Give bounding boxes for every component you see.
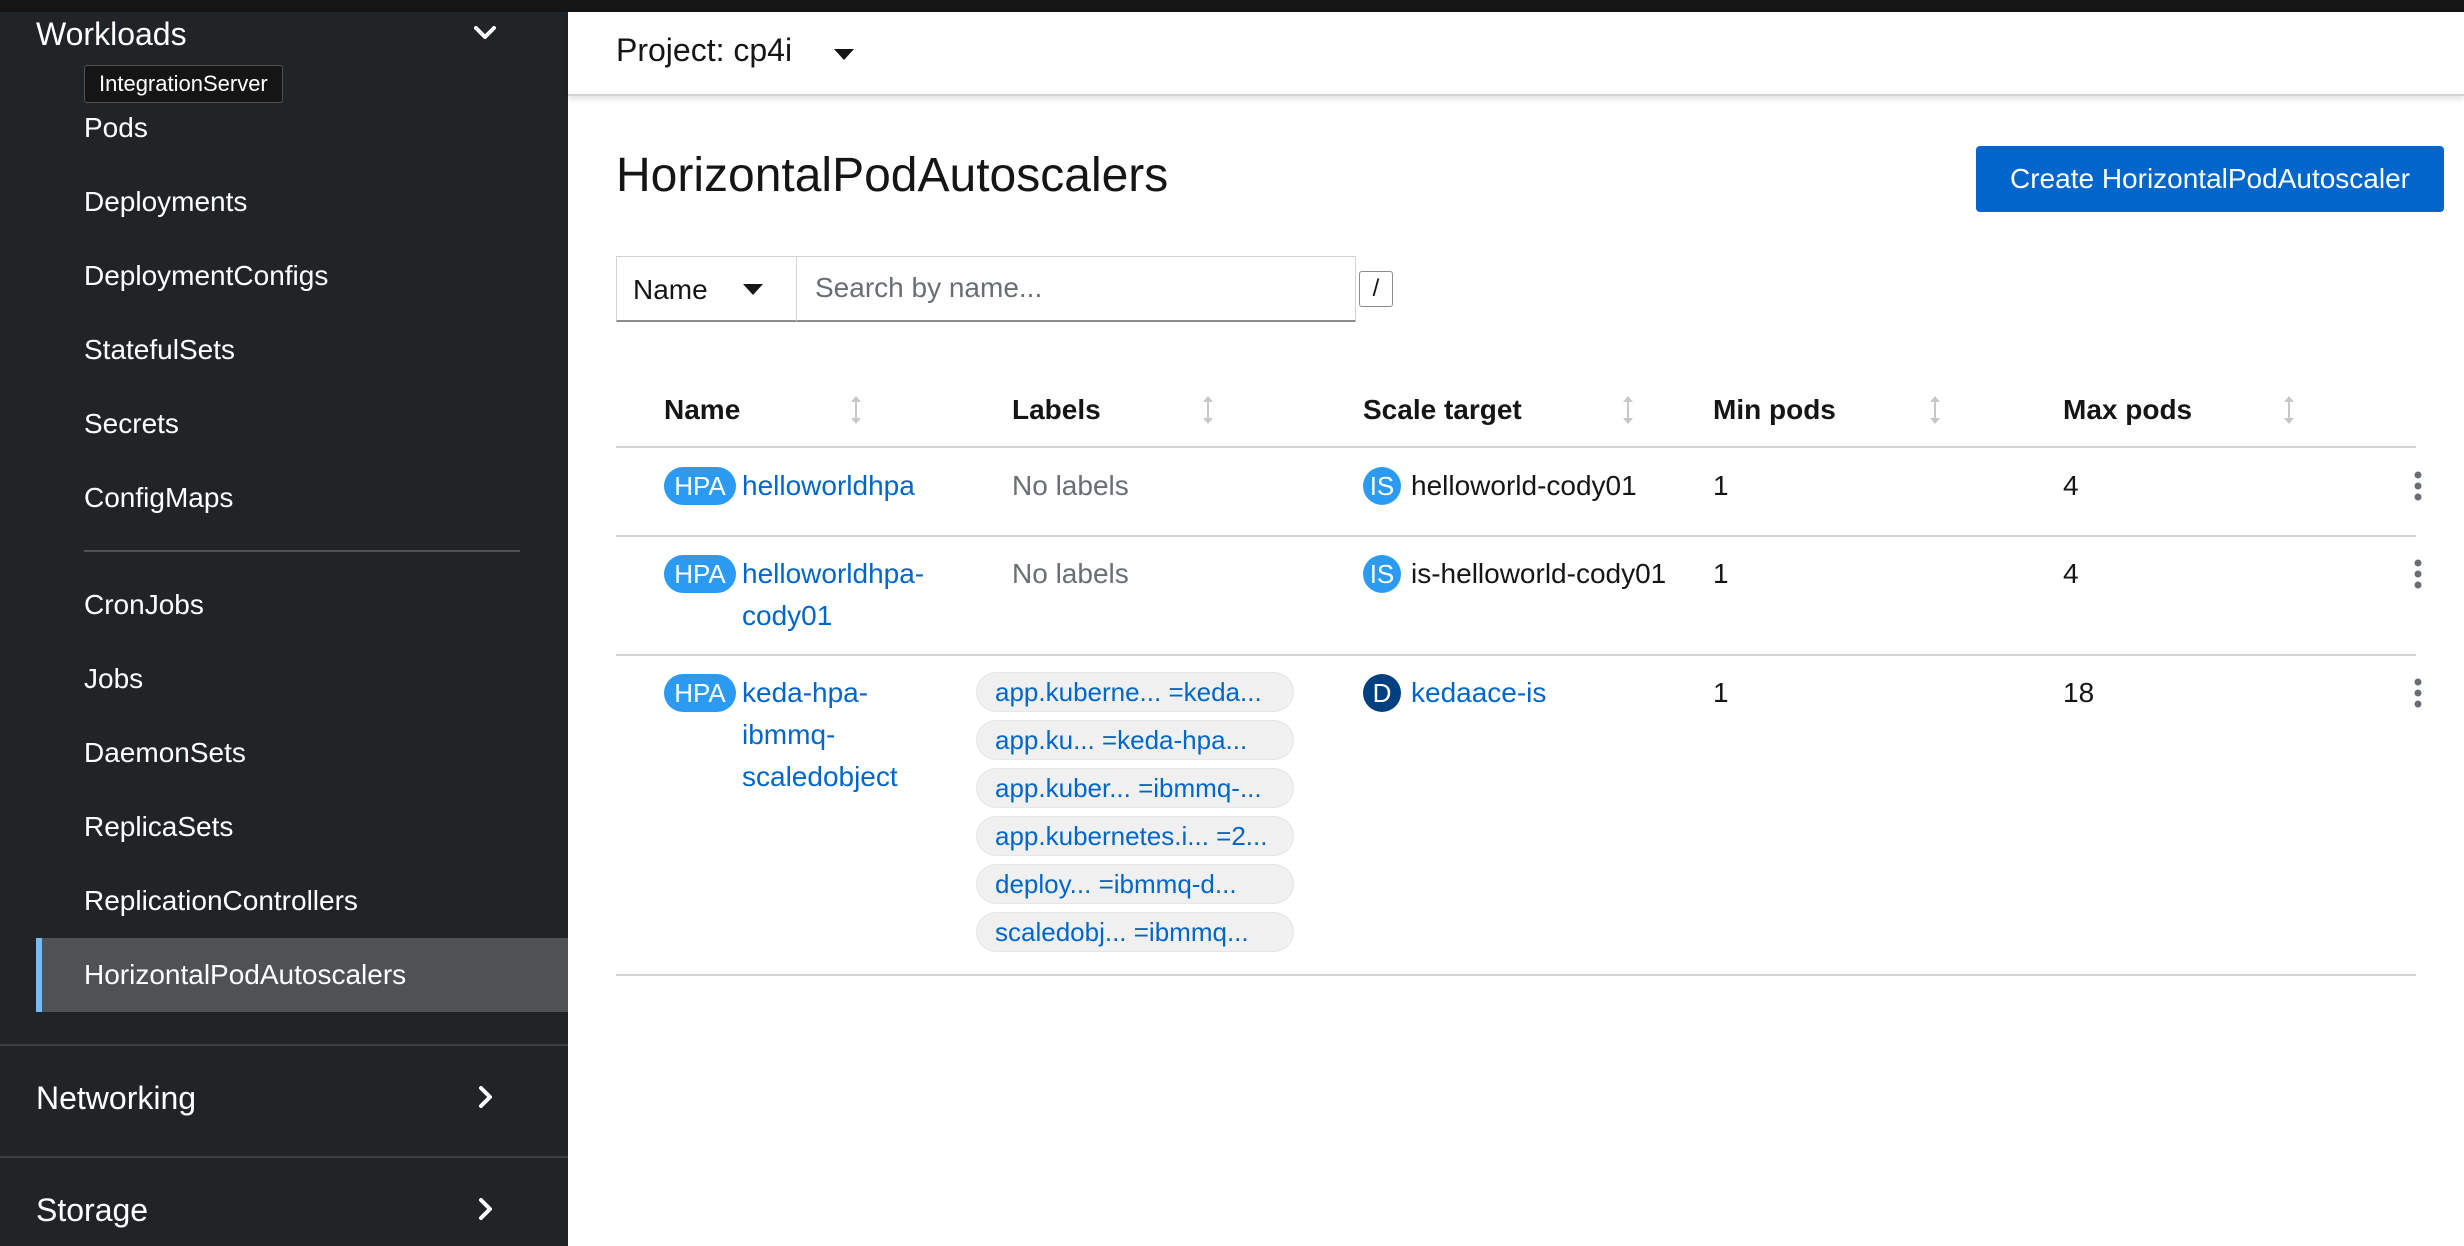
sort-icon[interactable] — [1346, 394, 1362, 426]
column-header-name[interactable]: Name — [664, 394, 740, 426]
hpa-name-link[interactable]: helloworldhpa — [742, 465, 915, 507]
project-dropdown[interactable]: Project: cp4i — [616, 32, 792, 69]
sidebar-item-deploymentconfigs[interactable]: DeploymentConfigs — [84, 256, 328, 296]
row-divider — [616, 446, 2416, 448]
nav-divider — [84, 550, 520, 552]
scale-target-link[interactable]: kedaace-is — [1411, 672, 1546, 714]
section-divider — [0, 1156, 568, 1158]
chevron-right-icon[interactable] — [470, 1082, 500, 1112]
hpa-badge: HPA — [664, 674, 736, 712]
sidebar-item-deployments[interactable]: Deployments — [84, 182, 247, 222]
label-chip[interactable]: app.kuber... =ibmmq-... — [976, 768, 1294, 808]
row-divider — [616, 974, 2416, 976]
column-header-labels[interactable]: Labels — [1012, 394, 1101, 426]
sort-icon[interactable] — [1200, 394, 1216, 426]
chevron-right-icon[interactable] — [470, 1194, 500, 1224]
hpa-name-link-cont[interactable]: cody01 — [742, 595, 832, 637]
keyboard-shortcut-hint: / — [1359, 271, 1393, 307]
create-hpa-button[interactable]: Create HorizontalPodAutoscaler — [1976, 146, 2444, 212]
sidebar-item-jobs[interactable]: Jobs — [84, 659, 143, 699]
label-chip[interactable]: deploy... =ibmmq-d... — [976, 864, 1294, 904]
scale-target: helloworld-cody01 — [1411, 470, 1637, 501]
section-divider — [0, 1044, 568, 1046]
min-pods: 1 — [1713, 470, 1729, 501]
max-pods: 4 — [2063, 470, 2079, 501]
scale-target: is-helloworld-cody01 — [1411, 558, 1667, 589]
kebab-icon[interactable] — [2412, 471, 2424, 501]
hpa-name-link-cont[interactable]: scaledobject — [742, 756, 898, 798]
nav-section-storage[interactable]: Storage — [36, 1192, 148, 1229]
page-title: HorizontalPodAutoscalers — [616, 149, 1169, 202]
sidebar-item-replicasets[interactable]: ReplicaSets — [84, 807, 233, 847]
sidebar-item-pods[interactable]: Pods — [84, 108, 148, 148]
sidebar: Workloads Pods IntegrationServer Deploym… — [0, 12, 568, 1246]
masthead-strip — [0, 0, 2464, 12]
sidebar-item-horizontalpodautoscalers[interactable]: HorizontalPodAutoscalers — [84, 955, 406, 995]
integrationserver-badge: IS — [1363, 555, 1401, 593]
sort-icon[interactable] — [2281, 394, 2297, 426]
hpa-name-link[interactable]: helloworldhpa- — [742, 553, 924, 595]
kebab-icon[interactable] — [2412, 559, 2424, 589]
hpa-name-link-cont[interactable]: ibmmq- — [742, 714, 835, 756]
hpa-name-link[interactable]: keda-hpa- — [742, 672, 868, 714]
caret-down-icon — [743, 284, 763, 295]
search-input[interactable] — [799, 257, 1349, 319]
row-divider — [616, 654, 2416, 656]
hpa-badge: HPA — [664, 555, 736, 593]
deployment-badge: D — [1363, 674, 1401, 712]
label-chip[interactable]: app.kubernetes.i... =2... — [976, 816, 1294, 856]
main-content: Project: cp4i HorizontalPodAutoscalers C… — [568, 12, 2464, 1246]
column-header-min-pods[interactable]: Min pods — [1713, 394, 1836, 426]
filter-toolbar: Name / — [616, 256, 1393, 322]
max-pods: 18 — [2063, 677, 2095, 708]
sidebar-item-cronjobs[interactable]: CronJobs — [84, 585, 204, 625]
integrationserver-badge: IS — [1363, 467, 1401, 505]
hpa-badge: HPA — [664, 467, 736, 505]
nav-section-networking[interactable]: Networking — [36, 1080, 196, 1117]
chevron-down-icon[interactable] — [470, 18, 500, 48]
labels-text: No labels — [1012, 558, 1129, 589]
sort-icon[interactable] — [848, 394, 864, 426]
min-pods: 1 — [1713, 677, 1729, 708]
caret-down-icon[interactable] — [834, 49, 854, 60]
filter-type-select[interactable]: Name — [617, 257, 797, 321]
sort-icon[interactable] — [1620, 394, 1636, 426]
sidebar-item-configmaps[interactable]: ConfigMaps — [84, 478, 233, 518]
sidebar-item-daemonsets[interactable]: DaemonSets — [84, 733, 246, 773]
labels-text: No labels — [1012, 470, 1129, 501]
row-divider — [616, 535, 2416, 537]
tooltip: IntegrationServer — [84, 65, 283, 103]
sidebar-item-statefulsets[interactable]: StatefulSets — [84, 330, 235, 370]
column-header-scale-target[interactable]: Scale target — [1363, 394, 1522, 426]
column-header-max-pods[interactable]: Max pods — [2063, 394, 2192, 426]
max-pods: 4 — [2063, 558, 2079, 589]
nav-section-workloads[interactable]: Workloads — [36, 16, 187, 53]
sort-icon[interactable] — [1927, 394, 1943, 426]
kebab-icon[interactable] — [2412, 678, 2424, 708]
label-chip[interactable]: scaledobj... =ibmmq... — [976, 912, 1294, 952]
label-chip[interactable]: app.kuberne... =keda... — [976, 672, 1294, 712]
label-chip[interactable]: app.ku... =keda-hpa... — [976, 720, 1294, 760]
sidebar-item-secrets[interactable]: Secrets — [84, 404, 179, 444]
project-bar: Project: cp4i — [568, 12, 2464, 96]
sidebar-item-replicationcontrollers[interactable]: ReplicationControllers — [84, 881, 358, 921]
min-pods: 1 — [1713, 558, 1729, 589]
filter-type-label: Name — [633, 274, 708, 305]
